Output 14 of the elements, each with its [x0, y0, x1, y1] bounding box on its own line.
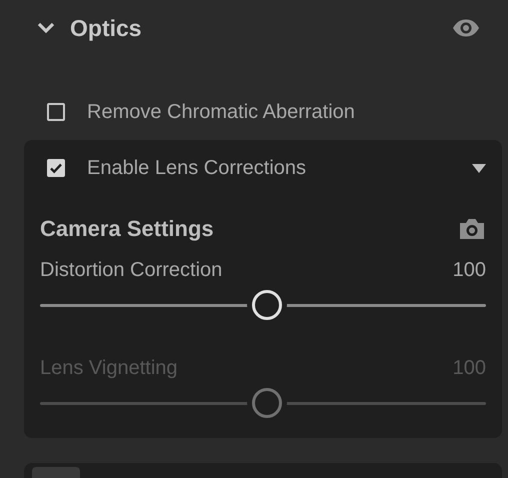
checkbox[interactable]	[47, 103, 65, 121]
checkbox-label: Enable Lens Corrections	[87, 156, 306, 180]
chevron-down-icon[interactable]	[36, 21, 56, 35]
checkbox[interactable]	[47, 159, 65, 177]
slider-value: 100	[452, 258, 486, 282]
camera-settings-heading: Camera Settings	[40, 216, 214, 242]
checkbox-label: Remove Chromatic Aberration	[87, 100, 355, 124]
camera-icon[interactable]	[458, 218, 486, 240]
dropdown-triangle-icon[interactable]	[472, 164, 486, 172]
slider-value: 100	[452, 356, 486, 380]
section-title: Optics	[70, 14, 143, 42]
slider-label: Lens Vignetting	[40, 356, 178, 380]
eye-icon[interactable]	[452, 19, 480, 37]
slider-label: Distortion Correction	[40, 258, 222, 282]
